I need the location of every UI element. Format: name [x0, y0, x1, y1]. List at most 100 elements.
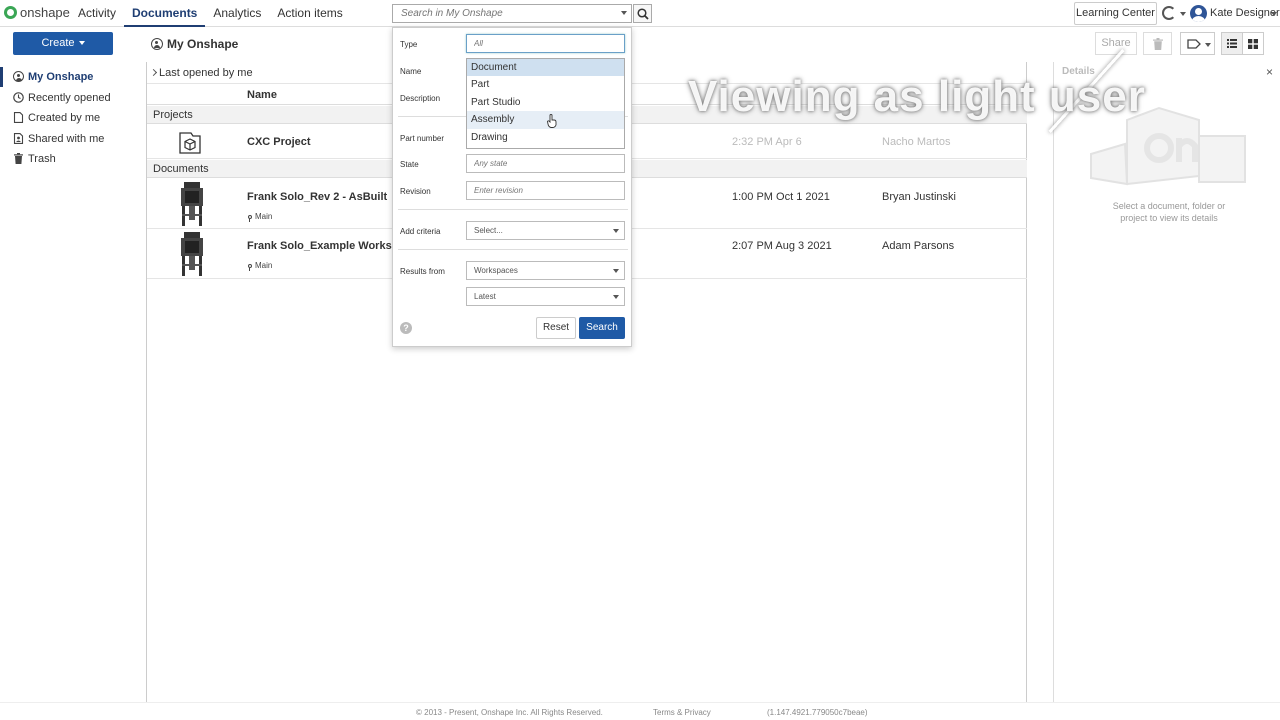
logo-text: onshape [20, 5, 70, 20]
part-number-label: Part number [400, 134, 445, 143]
row-name[interactable]: CXC Project [247, 136, 311, 148]
version-select[interactable]: Latest [466, 287, 625, 306]
footer: © 2013 - Present, Onshape Inc. All Right… [0, 702, 1280, 720]
branch-pin-icon [248, 214, 252, 222]
grid-view-button[interactable] [1242, 32, 1264, 55]
create-button[interactable]: Create [13, 32, 113, 55]
nav-analytics[interactable]: Analytics [205, 0, 269, 27]
page-title-text: My Onshape [167, 37, 239, 51]
sidebar-item-shared-with-me[interactable]: Shared with me [0, 129, 146, 149]
results-from-label: Results from [400, 267, 445, 276]
section-label: Documents [153, 163, 209, 175]
type-option-part[interactable]: Part [467, 76, 624, 93]
type-option-document[interactable]: Document [467, 59, 624, 77]
page-title: My Onshape [151, 37, 238, 51]
reset-button[interactable]: Reset [536, 317, 576, 339]
trash-icon [14, 153, 23, 164]
type-option-drawing[interactable]: Drawing [467, 129, 624, 146]
sidebar-item-trash[interactable]: Trash [0, 149, 146, 169]
description-label: Description [400, 94, 441, 103]
nav-activity[interactable]: Activity [70, 0, 124, 27]
loading-spinner-icon[interactable] [1162, 6, 1176, 20]
branch-label: Main [248, 212, 273, 222]
nav-action-items[interactable]: Action items [269, 0, 350, 27]
sidebar-item-created-by-me[interactable]: Created by me [0, 108, 146, 128]
document-icon [13, 112, 24, 123]
onshape-logo-icon [4, 6, 17, 19]
list-view-icon [1227, 39, 1237, 48]
sidebar-item-label: Recently opened [28, 91, 111, 104]
light-user-watermark: Viewing as light user [688, 72, 1146, 121]
learning-center-button[interactable]: Learning Center [1074, 2, 1157, 25]
row-user: Nacho Martos [882, 136, 951, 148]
version-label: (1.147.4921.779050c7beae) [767, 708, 868, 717]
row-date: 2:32 PM Apr 6 [732, 136, 802, 148]
type-option-part-studio[interactable]: Part Studio [467, 94, 624, 111]
create-caret-icon [78, 41, 85, 46]
revision-field[interactable] [466, 181, 625, 200]
divider [398, 249, 628, 250]
label-caret-icon [1205, 43, 1211, 47]
delete-button[interactable] [1143, 32, 1172, 55]
label-button[interactable] [1180, 32, 1215, 55]
search-submit-button[interactable]: Search [579, 317, 625, 339]
add-criteria-label: Add criteria [400, 227, 441, 236]
details-panel: Details × Select a document, folder or p… [1053, 62, 1280, 702]
nav-documents[interactable]: Documents [124, 0, 206, 27]
user-circle-icon [151, 38, 163, 50]
top-bar: onshape Activity Documents Analytics Act… [0, 0, 1280, 27]
type-label: Type [400, 40, 418, 49]
sidebar-item-label: Created by me [28, 112, 101, 124]
document-thumbnail-icon [181, 182, 203, 226]
search-box[interactable] [392, 4, 632, 23]
hand-cursor-icon [547, 114, 557, 128]
search-input[interactable] [393, 5, 613, 22]
details-message: Select a document, folder or project to … [1112, 201, 1226, 223]
branch-label: Main [248, 261, 273, 271]
search-button[interactable] [633, 4, 652, 23]
share-button[interactable]: Share [1095, 32, 1137, 55]
type-dropdown: Document Part Part Studio Assembly Drawi… [466, 58, 625, 149]
help-icon[interactable]: ? [400, 322, 412, 334]
user-menu-caret-icon[interactable] [1271, 12, 1277, 16]
details-close-icon[interactable]: × [1266, 65, 1273, 79]
sidebar-item-recently-opened[interactable]: Recently opened [0, 88, 146, 108]
section-label: Projects [153, 109, 193, 121]
notifications-caret-icon[interactable] [1180, 12, 1186, 16]
onshape-logo[interactable]: onshape [4, 5, 70, 20]
sidebar-item-label: Trash [28, 153, 56, 165]
chevron-right-icon [149, 68, 158, 77]
branch-pin-icon [248, 263, 252, 271]
grid-view-icon [1248, 39, 1258, 49]
sidebar-item-my-onshape[interactable]: My Onshape [0, 67, 146, 87]
tag-icon [1187, 39, 1201, 49]
row-date: 2:07 PM Aug 3 2021 [732, 240, 832, 252]
name-label: Name [400, 67, 422, 76]
branch-name: Main [255, 261, 273, 270]
sidebar-item-label: Shared with me [28, 132, 105, 145]
user-circle-icon [13, 71, 24, 82]
type-field[interactable] [466, 34, 625, 53]
sidebar-item-label: My Onshape [28, 71, 94, 83]
state-field[interactable] [466, 154, 625, 173]
sidebar: My Onshape Recently opened Created by me… [0, 62, 147, 702]
results-from-select[interactable]: Workspaces [466, 261, 625, 280]
search-options-caret-icon[interactable] [621, 11, 627, 15]
row-name[interactable]: Frank Solo_Rev 2 - AsBuilt [247, 191, 387, 203]
column-name-header[interactable]: Name [247, 85, 277, 105]
row-date: 1:00 PM Oct 1 2021 [732, 191, 830, 203]
branch-name: Main [255, 212, 273, 221]
filter-label: Last opened by me [159, 67, 253, 79]
shared-document-icon [13, 132, 24, 144]
terms-link[interactable]: Terms & Privacy [653, 708, 711, 717]
add-criteria-select[interactable]: Select... [466, 221, 625, 240]
document-thumbnail-icon [181, 232, 203, 276]
divider [398, 209, 628, 210]
create-label: Create [41, 37, 75, 49]
state-label: State [400, 160, 419, 169]
project-icon [179, 132, 201, 154]
list-view-button[interactable] [1221, 32, 1243, 55]
user-avatar[interactable] [1190, 5, 1207, 22]
user-name[interactable]: Kate Designer [1210, 7, 1280, 19]
row-user: Adam Parsons [882, 240, 955, 252]
